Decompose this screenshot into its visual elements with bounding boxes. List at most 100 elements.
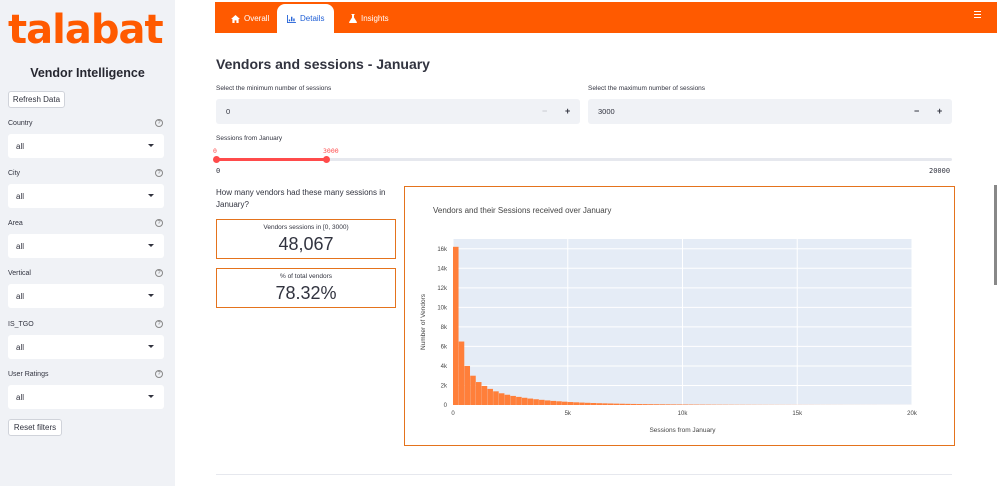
- chart-container: Vendors and their Sessions received over…: [404, 186, 955, 446]
- histogram-bar: [521, 397, 528, 405]
- histogram-chart[interactable]: 0 2k 4k 6k 8k 10k 12k 14k 16k 0 5k 10k 15k 20k Session…: [405, 187, 954, 445]
- home-icon: [231, 14, 240, 23]
- max-sessions-value: 3000: [598, 107, 615, 116]
- top-nav: Overall Details Insights: [215, 2, 997, 33]
- bar-chart-icon: [287, 14, 296, 23]
- chevron-down-icon: [148, 144, 154, 147]
- histogram-bar: [579, 402, 585, 405]
- histogram-bar: [458, 341, 465, 405]
- flask-icon: [349, 14, 357, 23]
- is-tgo-select[interactable]: all: [8, 335, 164, 359]
- slider-max-label: 20000: [929, 167, 951, 175]
- histogram-bar: [470, 375, 476, 405]
- y-axis-label: Number of Vendors: [420, 293, 427, 350]
- y-tick-label: 16k: [437, 247, 448, 253]
- area-label: Area: [8, 220, 23, 227]
- max-sessions-input[interactable]: 3000 − +: [588, 99, 952, 124]
- page-title: Vendors and sessions - January: [216, 56, 430, 72]
- user-ratings-label: User Ratings: [8, 371, 49, 378]
- menu-icon[interactable]: [974, 11, 981, 20]
- vendors-question: How many vendors had these many sessions…: [216, 188, 386, 209]
- max-increment-button[interactable]: +: [937, 106, 942, 116]
- vertical-select[interactable]: all: [8, 284, 164, 308]
- metric-value: 48,067: [278, 234, 334, 254]
- help-icon[interactable]: ?: [155, 169, 163, 177]
- y-tick-label: 10k: [437, 305, 448, 311]
- y-tick-label: 14k: [437, 266, 448, 272]
- is-tgo-select-value: all: [16, 342, 25, 352]
- histogram-bar: [671, 404, 677, 405]
- chevron-down-icon: [148, 244, 154, 247]
- area-select[interactable]: all: [8, 234, 164, 258]
- vendors-metric-card: Vendors sessions in [0, 3000) 48,067: [216, 219, 396, 259]
- x-tick-label: 10k: [678, 411, 689, 417]
- chevron-down-icon: [148, 345, 154, 348]
- min-sessions-value: 0: [226, 107, 231, 116]
- reset-filters-button[interactable]: Reset filters: [8, 419, 62, 436]
- metric-label: % of total vendors: [279, 273, 333, 280]
- country-select[interactable]: all: [8, 134, 164, 158]
- slider-min-label: 0: [216, 167, 221, 175]
- help-icon[interactable]: ?: [155, 320, 163, 328]
- help-icon[interactable]: ?: [155, 370, 163, 378]
- chevron-down-icon: [148, 294, 154, 297]
- talabat-logo: talabat: [8, 7, 164, 53]
- metric-value: 78.32%: [275, 283, 337, 303]
- slider-high-handle[interactable]: [323, 156, 330, 163]
- vertical-select-value: all: [16, 291, 25, 301]
- help-icon[interactable]: ?: [155, 119, 163, 127]
- tab-details-label: Details: [300, 14, 325, 23]
- x-tick-label: 20k: [907, 411, 918, 417]
- help-icon[interactable]: ?: [155, 219, 163, 227]
- histogram-bar: [584, 402, 591, 405]
- histogram-bar: [464, 365, 471, 405]
- min-decrement-button[interactable]: −: [542, 106, 547, 116]
- histogram-bar: [498, 393, 505, 405]
- x-tick-label: 5k: [565, 411, 572, 417]
- x-axis-label: Sessions from January: [649, 427, 716, 434]
- city-select[interactable]: all: [8, 184, 164, 208]
- histogram-bar: [527, 398, 534, 405]
- histogram-bar: [567, 402, 574, 405]
- slider-low-handle[interactable]: [213, 156, 220, 163]
- y-tick-label: 0: [444, 403, 448, 409]
- histogram-bar: [665, 404, 671, 405]
- y-tick-label: 4k: [441, 364, 448, 370]
- histogram-bar: [556, 401, 562, 405]
- histogram-bar: [510, 395, 516, 405]
- percent-metric-card: % of total vendors 78.32%: [216, 268, 396, 308]
- tab-insights[interactable]: Insights: [339, 4, 399, 33]
- chevron-down-icon: [148, 395, 154, 398]
- user-ratings-select[interactable]: all: [8, 385, 164, 409]
- histogram-bar: [475, 382, 482, 405]
- slider-low-value: 0: [213, 147, 217, 155]
- histogram-bar: [590, 402, 597, 405]
- city-label: City: [8, 170, 21, 177]
- histogram-bar: [533, 399, 539, 405]
- divider: [216, 474, 952, 475]
- refresh-data-button[interactable]: Refresh Data: [8, 91, 65, 108]
- tab-overall-label: Overall: [244, 14, 270, 23]
- min-sessions-input[interactable]: 0 − +: [216, 99, 580, 124]
- y-tick-label: 6k: [441, 344, 448, 350]
- slider-high-value: 3000: [323, 147, 339, 155]
- histogram-bar: [544, 400, 551, 405]
- tab-overall[interactable]: Overall: [221, 4, 279, 33]
- histogram-bar: [676, 404, 683, 405]
- max-decrement-button[interactable]: −: [914, 106, 919, 116]
- histogram-bar: [653, 404, 660, 405]
- histogram-bar: [619, 403, 625, 405]
- min-sessions-label: Select the minimum number of sessions: [216, 85, 332, 92]
- slider-label: Sessions from January: [216, 135, 283, 142]
- min-increment-button[interactable]: +: [565, 106, 570, 116]
- city-select-value: all: [16, 191, 25, 201]
- histogram-bar: [659, 404, 666, 405]
- x-tick-label: 0: [451, 411, 455, 417]
- histogram-bar: [625, 403, 631, 405]
- country-label: Country: [8, 120, 33, 127]
- histogram-bar: [487, 388, 493, 405]
- histogram-bar: [630, 403, 637, 405]
- sidebar: talabat Vendor Intelligence Refresh Data…: [0, 0, 175, 486]
- help-icon[interactable]: ?: [155, 269, 163, 277]
- tab-details[interactable]: Details: [277, 4, 335, 33]
